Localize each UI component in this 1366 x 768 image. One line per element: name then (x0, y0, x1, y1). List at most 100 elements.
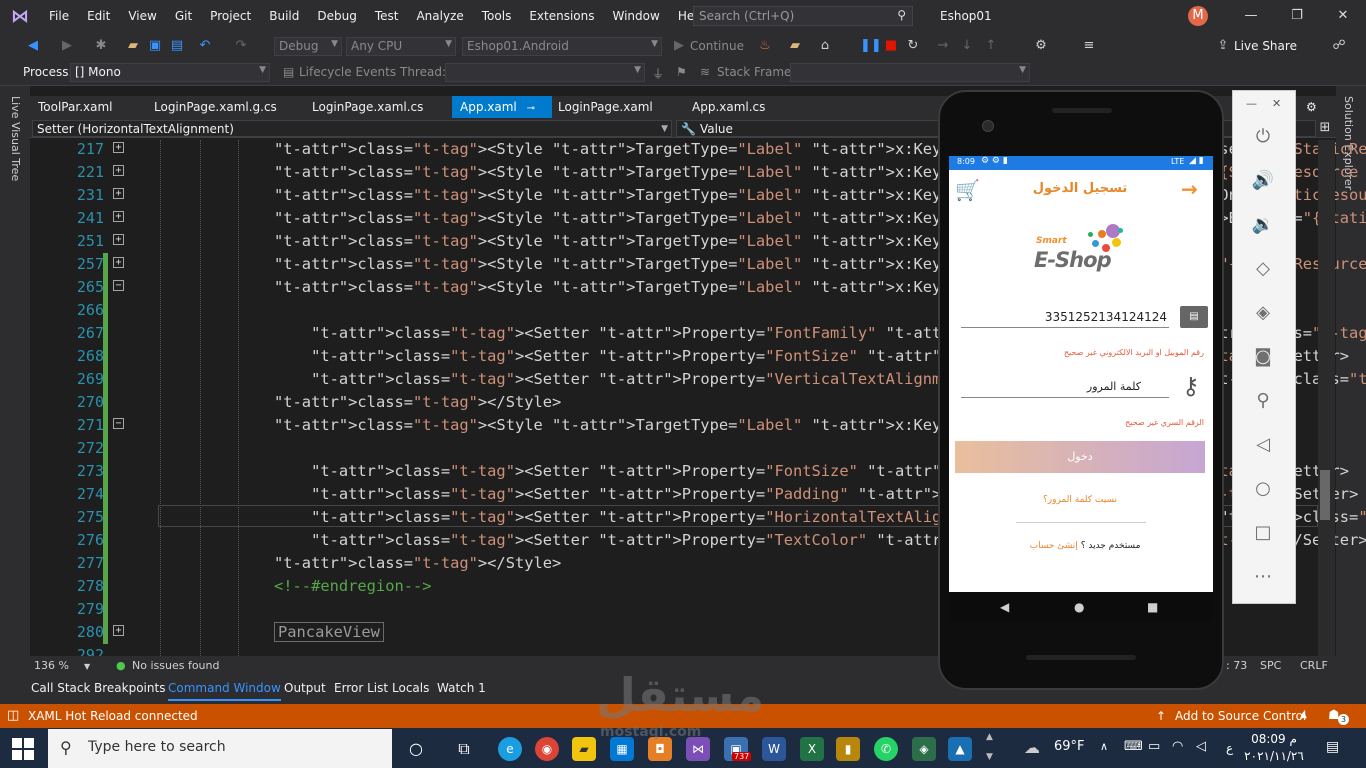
expand-region-icon[interactable]: + (113, 165, 124, 176)
volume-icon[interactable]: ◁ (1196, 739, 1206, 754)
live-share-button[interactable]: Live Share (1234, 39, 1297, 53)
filter-icon[interactable]: ⏚ (652, 65, 664, 82)
volume-up-icon[interactable]: 🔊 (1250, 168, 1276, 194)
app-icon[interactable]: ◘ (648, 737, 672, 761)
forgot-password-link[interactable]: نسيت كلمة المرور؟ (1040, 495, 1120, 505)
emulator-back-icon[interactable]: ◁ (1250, 432, 1276, 458)
tab-breakpoints[interactable]: Breakpoints (94, 681, 165, 701)
break-all-icon[interactable]: ❚❚ (860, 37, 882, 55)
flag-icon[interactable]: ⚑ (676, 65, 687, 79)
navigate-forward-icon[interactable]: ▶ (58, 37, 76, 55)
folder-icon[interactable]: ▰ (786, 37, 804, 55)
expand-region-icon[interactable]: + (113, 257, 124, 268)
account-avatar[interactable]: M (1188, 6, 1208, 26)
spacing-indicator[interactable]: SPC (1260, 659, 1281, 672)
zoom-icon[interactable]: ⚲ (1250, 388, 1276, 414)
stack-frame-select[interactable]: ▼ (790, 63, 1030, 82)
code-text[interactable]: <!--#endregion--> (274, 575, 432, 598)
zoom-chevron-down-icon[interactable]: ▼ (84, 662, 90, 671)
search-input[interactable]: Search (Ctrl+Q) ⚲ (693, 6, 913, 26)
tab-loginpage-xaml[interactable]: LoginPage.xaml (550, 96, 661, 118)
login-button[interactable]: دخول (955, 441, 1205, 473)
taskbar-scroll-up-icon[interactable]: ▲ (986, 732, 993, 742)
expand-region-icon[interactable]: + (113, 188, 124, 199)
tab-loginpage-xaml-g-cs[interactable]: LoginPage.xaml.g.cs (146, 96, 285, 118)
tab-app-xaml-cs[interactable]: App.xaml.cs (684, 96, 773, 118)
live-visual-tree-tab[interactable]: Live Visual Tree (9, 96, 22, 181)
code-text[interactable]: PancakeView (274, 621, 384, 644)
collapse-region-icon[interactable]: − (113, 418, 124, 429)
menu-debug[interactable]: Debug (308, 0, 365, 32)
menu-build[interactable]: Build (260, 0, 308, 32)
device-icon[interactable]: ⌂ (816, 37, 834, 55)
process-select[interactable]: [] Mono ▼ (70, 63, 270, 82)
tab-call-stack[interactable]: Call Stack (31, 681, 90, 701)
file-explorer-icon[interactable]: ▰ (572, 737, 596, 761)
volume-down-icon[interactable]: 🔉 (1250, 212, 1276, 238)
android-home-icon[interactable]: ● (1074, 600, 1084, 614)
menu-project[interactable]: Project (201, 0, 260, 32)
chart-app-icon[interactable]: ▮ (836, 737, 860, 761)
tray-app-icon[interactable]: ⌨ (1124, 739, 1143, 754)
minimize-icon[interactable]: — (1228, 0, 1274, 32)
code-text[interactable]: "t-attr">class="t-tag"></Style> (274, 391, 561, 414)
undo-icon[interactable]: ↶ (196, 37, 214, 55)
menu-view[interactable]: View (119, 0, 165, 32)
camera-screenshot-icon[interactable]: ◙ (1250, 344, 1276, 370)
android-recents-icon[interactable]: ■ (1147, 600, 1158, 614)
create-account-link[interactable]: إنشئ حساب (1030, 541, 1078, 551)
clock-time[interactable]: 08:09 م (1238, 732, 1310, 746)
whatsapp-icon[interactable]: ✆ (874, 737, 898, 761)
windows-start-icon[interactable] (12, 738, 34, 760)
navigate-back-icon[interactable]: ◀ (24, 37, 42, 55)
hot-reload-status[interactable]: XAML Hot Reload connected (28, 709, 198, 723)
tab-app-xaml[interactable]: App.xaml ⊸ ✕ (452, 96, 552, 138)
menu-extensions[interactable]: Extensions (520, 0, 603, 32)
continue-play-icon[interactable]: ▶ (670, 37, 688, 55)
emulator-close-icon[interactable]: ✕ (1272, 97, 1281, 110)
continue-button[interactable]: Continue (690, 39, 744, 53)
thread-select[interactable]: ▼ (445, 63, 645, 82)
step-out-icon[interactable]: ↑ (982, 37, 1000, 55)
tab-output[interactable]: Output (284, 681, 326, 701)
tab-toolpar-xaml[interactable]: ToolPar.xaml (30, 96, 120, 118)
open-file-icon[interactable]: ▰ (124, 37, 142, 55)
redo-icon[interactable]: ↷ (232, 37, 250, 55)
excel-icon[interactable]: X (800, 737, 824, 761)
clock-date[interactable]: ٢٠٢١/١١/٢٦ (1238, 749, 1310, 763)
chevron-up-icon[interactable]: ▲ (1300, 710, 1307, 720)
new-project-icon[interactable]: ✱ (92, 37, 110, 55)
battery-icon[interactable]: ▭ (1148, 739, 1160, 754)
password-field[interactable]: كلمة المرور (961, 380, 1169, 398)
menu-window[interactable]: Window (604, 0, 669, 32)
tray-chevron-up-icon[interactable]: ∧ (1100, 740, 1108, 753)
cortana-icon[interactable]: ○ (404, 737, 428, 761)
menu-git[interactable]: Git (166, 0, 201, 32)
android-back-icon[interactable]: ◀ (1000, 600, 1009, 614)
issues-status[interactable]: No issues found (132, 659, 219, 672)
tab-loginpage-xaml-cs[interactable]: LoginPage.xaml.cs (304, 96, 431, 118)
close-icon[interactable]: ✕ (1320, 0, 1366, 32)
code-text[interactable]: "t-attr">class="t-tag"><Style "t-attr">T… (274, 414, 1036, 437)
vertical-scrollbar-thumb[interactable] (1320, 470, 1330, 520)
weather-temperature[interactable]: 69°F (1054, 739, 1085, 754)
tab-command-window[interactable]: Command Window (168, 681, 281, 701)
line-ending-indicator[interactable]: CRLF (1300, 659, 1328, 672)
arrow-right-icon[interactable]: → (1181, 177, 1198, 201)
android-emulator-icon[interactable]: ◈ (912, 737, 936, 761)
chrome-icon[interactable]: ◉ (535, 737, 559, 761)
member-select[interactable]: Setter (HorizontalTextAlignment) ▼ (32, 120, 672, 137)
tab-watch-1[interactable]: Watch 1 (437, 681, 486, 701)
phone-or-email-field[interactable]: 3351252134124124 (961, 310, 1169, 328)
shopping-cart-icon[interactable]: 🛒 (955, 178, 980, 202)
more-options-icon[interactable]: ⋯ (1250, 564, 1276, 590)
action-center-icon[interactable]: ▤ (1326, 739, 1339, 755)
menu-test[interactable]: Test (366, 0, 408, 32)
diagnostics-icon[interactable]: ⚙ (1032, 37, 1050, 55)
power-icon[interactable]: ⏻ (1250, 124, 1276, 150)
expand-region-icon[interactable]: + (113, 625, 124, 636)
split-editor-icon[interactable]: ⊞ (1316, 119, 1334, 137)
menu-tools[interactable]: Tools (473, 0, 521, 32)
expand-region-icon[interactable]: + (113, 142, 124, 153)
store-icon[interactable]: ▦ (610, 737, 634, 761)
